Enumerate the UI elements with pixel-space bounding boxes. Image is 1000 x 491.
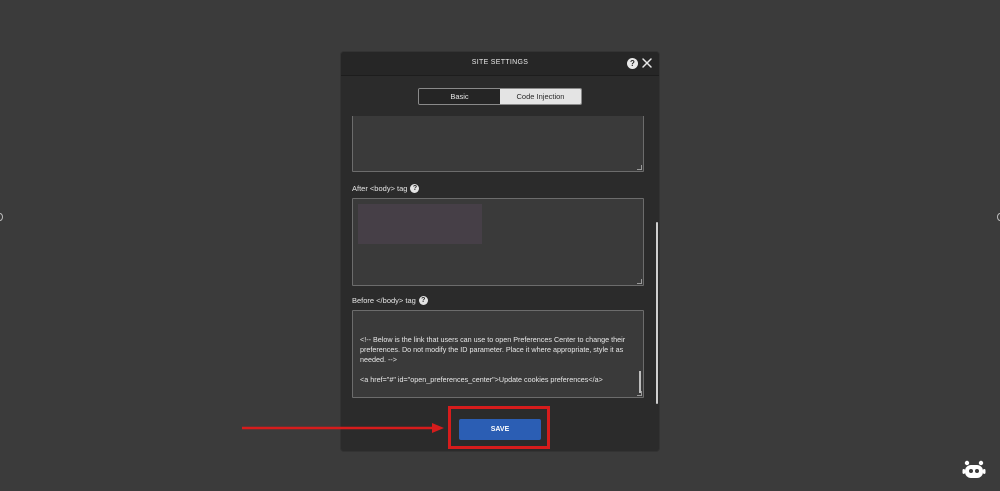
before-body-code: <!-- Below is the link that users can us…	[360, 335, 633, 385]
modal-header: SITE SETTINGS ?	[341, 52, 659, 76]
question-icon[interactable]: ?	[627, 58, 638, 69]
header-code-textarea[interactable]	[352, 116, 644, 172]
after-body-label: After <body> tag ?	[352, 184, 420, 193]
site-settings-modal: SITE SETTINGS ? Basic Code Injection Aft…	[341, 52, 659, 451]
resize-grip-icon[interactable]	[637, 279, 642, 284]
before-body-label-text: Before </body> tag	[352, 296, 416, 305]
textarea-scrollbar[interactable]	[639, 371, 641, 393]
help-icon[interactable]: ?	[418, 296, 428, 305]
modal-scrollbar-thumb[interactable]	[656, 222, 658, 404]
settings-content: After <body> tag ? Before </body> tag ? …	[341, 116, 659, 404]
bot-icon[interactable]	[962, 460, 986, 482]
code-line: <a href="#" id="open_preferences_center"…	[360, 375, 603, 384]
modal-title: SITE SETTINGS	[471, 59, 529, 66]
resize-grip-icon[interactable]	[637, 391, 642, 396]
close-icon[interactable]	[641, 57, 653, 69]
tab-basic[interactable]: Basic	[419, 89, 500, 104]
before-body-textarea[interactable]: <!-- Below is the link that users can us…	[352, 310, 644, 398]
before-body-label: Before </body> tag ?	[352, 296, 428, 305]
after-body-label-text: After <body> tag	[352, 184, 408, 193]
edge-handle-left[interactable]	[0, 213, 3, 221]
resize-grip-icon[interactable]	[637, 165, 642, 170]
arrow-right-icon	[242, 421, 446, 439]
help-icon[interactable]: ?	[410, 184, 420, 193]
after-body-textarea[interactable]	[352, 198, 644, 286]
code-line: <!-- Below is the link that users can us…	[360, 335, 626, 364]
annotation-highlight-box	[448, 406, 550, 449]
text-selection-highlight	[358, 204, 482, 244]
settings-tabs: Basic Code Injection	[418, 88, 582, 105]
tab-code-injection[interactable]: Code Injection	[500, 89, 581, 104]
